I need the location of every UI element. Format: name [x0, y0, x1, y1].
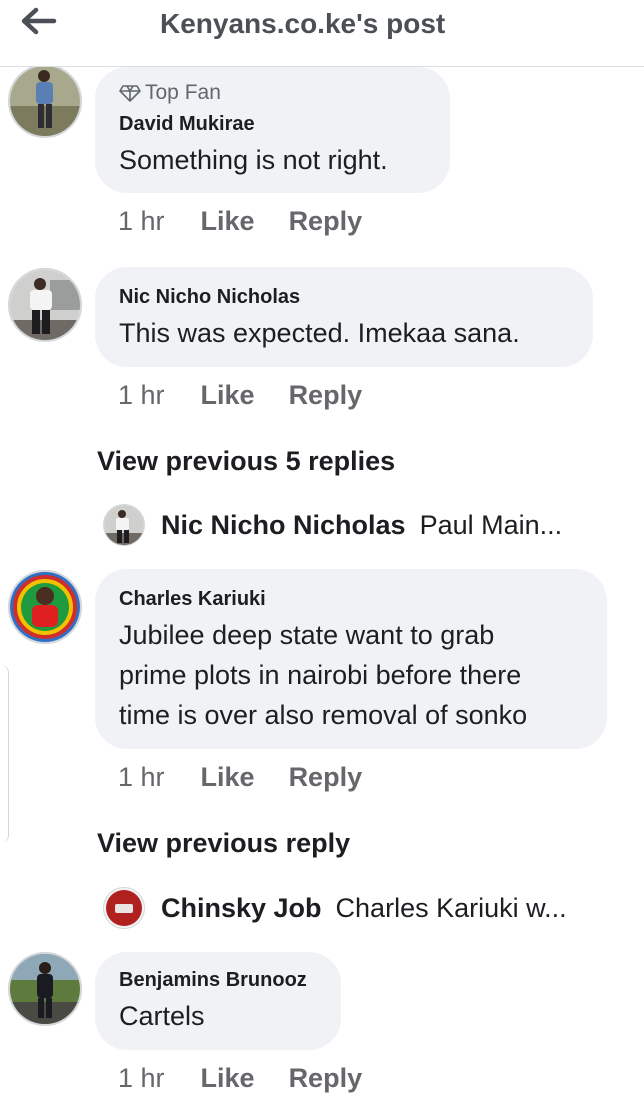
comment-bubble[interactable]: Nic Nicho Nicholas This was expected. Im… — [95, 267, 593, 367]
like-button[interactable]: Like — [201, 206, 255, 237]
comment-time[interactable]: 1 hr — [118, 762, 165, 793]
comment-actions: 1 hr Like Reply — [118, 380, 396, 411]
arrow-left-icon[interactable] — [18, 4, 58, 38]
reply-button[interactable]: Reply — [289, 1063, 363, 1094]
avatar[interactable] — [8, 952, 82, 1026]
avatar[interactable] — [103, 887, 145, 929]
comment-actions: 1 hr Like Reply — [118, 1063, 396, 1094]
comment-text-line: time is over also removal of sonko — [119, 700, 528, 730]
reply-snippet: Paul Main... — [419, 509, 563, 540]
top-fan-badge: Top Fan — [119, 81, 221, 105]
like-button[interactable]: Like — [201, 380, 255, 411]
comment-text: Cartels — [119, 1001, 205, 1031]
reply-button[interactable]: Reply — [289, 762, 363, 793]
reply-button[interactable]: Reply — [289, 206, 363, 237]
reply-preview[interactable]: Nic Nicho Nicholas Paul Main... — [103, 503, 562, 547]
comment-bubble[interactable]: Charles Kariuki Jubilee deep state want … — [95, 569, 607, 749]
reply-author[interactable]: Chinsky Job — [161, 893, 322, 924]
comment-author[interactable]: Nic Nicho Nicholas — [119, 286, 300, 309]
comment-text-line: prime plots in nairobi before there — [119, 660, 522, 690]
diamond-icon — [119, 85, 141, 102]
left-edge-divider — [0, 665, 9, 843]
comment-text: Something is not right. — [119, 145, 388, 175]
page-title: Kenyans.co.ke's post — [160, 8, 446, 39]
reply-preview[interactable]: Chinsky Job Charles Kariuki w... — [103, 886, 567, 930]
like-button[interactable]: Like — [201, 1063, 255, 1094]
reply-snippet: Charles Kariuki w... — [335, 892, 567, 923]
comment-author[interactable]: Benjamins Brunooz — [119, 969, 307, 992]
reply-author[interactable]: Nic Nicho Nicholas — [161, 510, 406, 541]
comment-actions: 1 hr Like Reply — [118, 762, 396, 793]
comment-author[interactable]: Charles Kariuki — [119, 588, 266, 611]
like-button[interactable]: Like — [201, 762, 255, 793]
comment-text: This was expected. Imekaa sana. — [119, 318, 520, 348]
comment-author[interactable]: David Mukirae — [119, 113, 255, 136]
comment-time[interactable]: 1 hr — [118, 1063, 165, 1094]
view-previous-reply-link[interactable]: View previous reply — [97, 828, 350, 859]
comment-bubble[interactable]: Benjamins Brunooz Cartels — [95, 952, 341, 1050]
reply-button[interactable]: Reply — [289, 380, 363, 411]
comment-text-line: Jubilee deep state want to grab — [119, 620, 495, 650]
comment-time[interactable]: 1 hr — [118, 380, 165, 411]
top-bar: Kenyans.co.ke's post — [0, 0, 644, 67]
view-previous-replies-link[interactable]: View previous 5 replies — [97, 446, 395, 477]
comment-bubble[interactable]: Top Fan David Mukirae Something is not r… — [95, 67, 450, 193]
comment-time[interactable]: 1 hr — [118, 206, 165, 237]
comment-actions: 1 hr Like Reply — [118, 206, 396, 237]
avatar[interactable] — [8, 570, 82, 644]
avatar[interactable] — [8, 64, 82, 138]
avatar[interactable] — [103, 504, 145, 546]
badge-label: Top Fan — [145, 81, 221, 104]
avatar[interactable] — [8, 268, 82, 342]
